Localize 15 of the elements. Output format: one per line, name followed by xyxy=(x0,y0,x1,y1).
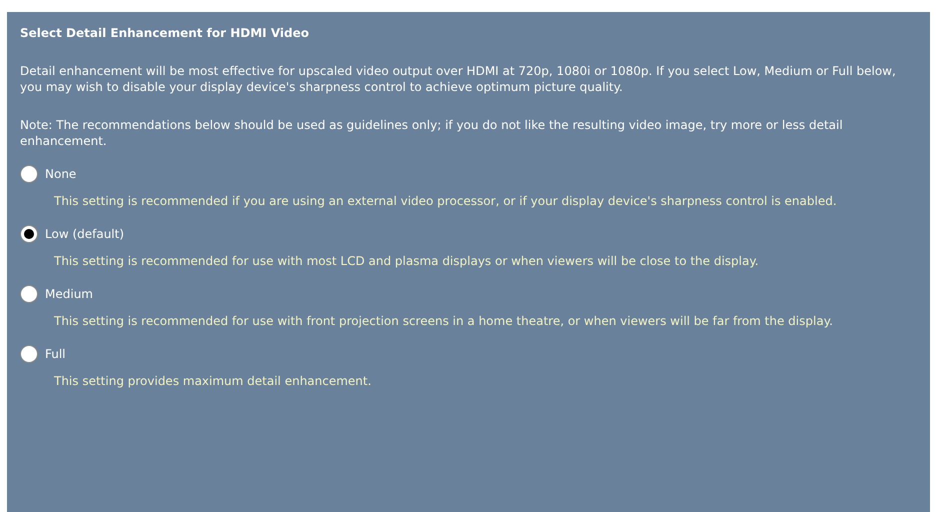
radio-button[interactable] xyxy=(20,285,38,303)
radio-option[interactable]: None xyxy=(20,165,76,183)
option-description: This setting is recommended if you are using an external video processor, or if your display device's sharpness control is enabled. xyxy=(54,193,838,209)
radio-button[interactable] xyxy=(20,165,38,183)
radio-option[interactable]: Low (default) xyxy=(20,225,124,243)
option-description: This setting is recommended for use with most LCD and plasma displays or when viewers will be close to the display. xyxy=(54,253,760,269)
paragraph: Note: The recommendations below should be used as guidelines only; if you do not like the resulting video image, try more or less detail enhancement. xyxy=(20,117,844,149)
panel-title: Select Detail Enhancement for HDMI Video xyxy=(20,25,310,41)
radio-button[interactable] xyxy=(20,345,38,363)
radio-option[interactable]: Full xyxy=(20,345,66,363)
option-description: This setting is recommended for use with front projection screens in a home theatre, or when viewers will be far from the display. xyxy=(54,313,834,329)
radio-button[interactable] xyxy=(20,225,38,243)
radio-option[interactable]: Medium xyxy=(20,285,93,303)
paragraph: Detail enhancement will be most effective for upscaled video output over HDMI at 720p, 1080i or 1080p. If you select Low, Medium or Full below, you may wish to disable your display device's sharpness control to achieve optimum picture quality. xyxy=(20,63,897,95)
option-description: This setting provides maximum detail enhancement. xyxy=(54,373,372,389)
